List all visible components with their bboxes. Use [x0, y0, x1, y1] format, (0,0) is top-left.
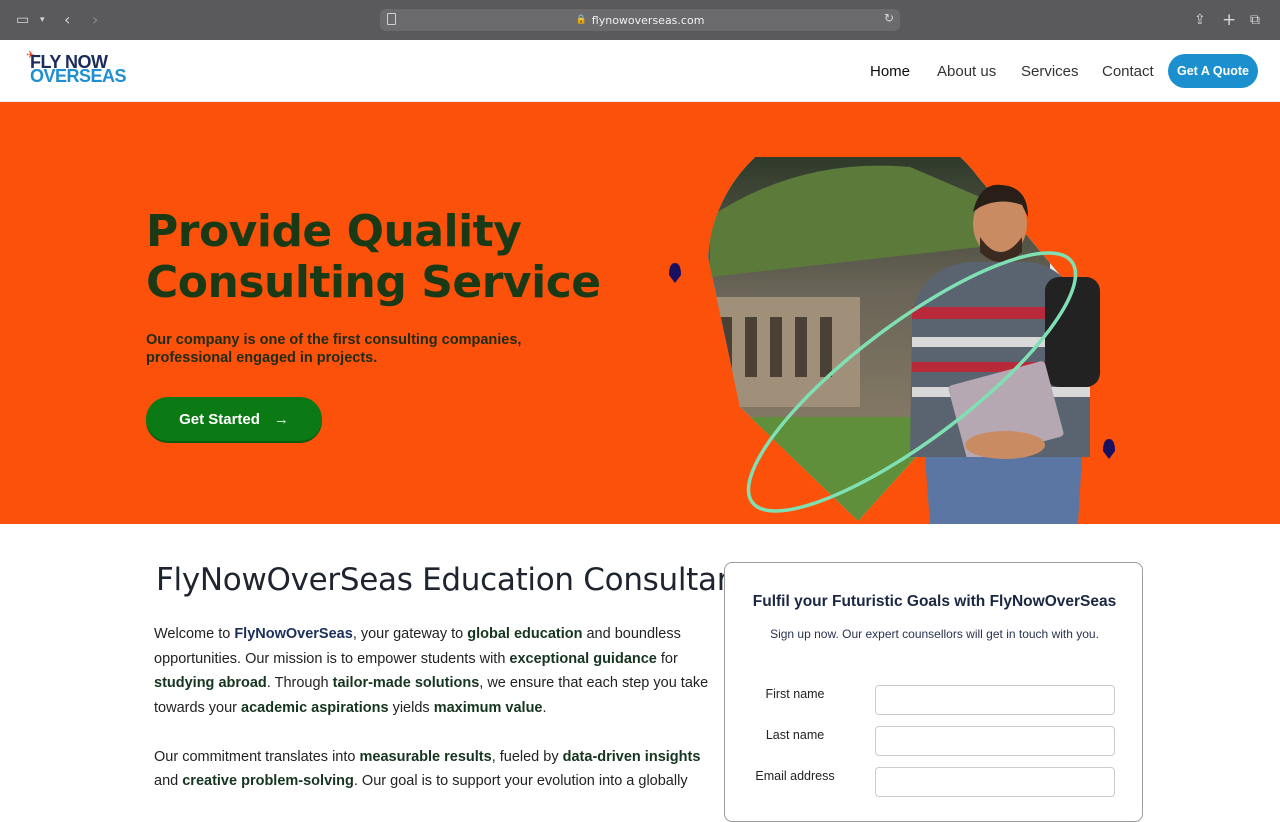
- new-tab-icon[interactable]: +: [1222, 10, 1236, 30]
- emphasis-text: exceptional guidance: [509, 650, 657, 667]
- nav-contact[interactable]: Contact: [1102, 63, 1154, 80]
- body-text: , your gateway to: [352, 626, 468, 642]
- signup-form: Fulfil your Futuristic Goals with FlyNow…: [724, 562, 1143, 822]
- emphasis-text: global education: [467, 626, 583, 642]
- emphasis-text: measurable results: [359, 748, 492, 765]
- hero-section: Provide Quality Consulting Service Our c…: [0, 102, 1280, 524]
- last-name-field[interactable]: [875, 726, 1115, 756]
- pin-right-icon: [1103, 439, 1115, 459]
- emphasis-text: FlyNowOverSeas: [234, 626, 353, 642]
- logo-line2: OVERSEAS: [30, 66, 127, 86]
- hero-illustration: [669, 157, 1115, 524]
- form-title: Fulfil your Futuristic Goals with FlyNow…: [752, 593, 1117, 610]
- last-name-label: Last name: [765, 728, 825, 742]
- tabs-overview-icon[interactable]: ⧉: [1250, 10, 1260, 30]
- get-a-quote-button[interactable]: Get A Quote: [1168, 54, 1258, 88]
- intro-title: FlyNowOverSeas Education Consultancy: [156, 562, 771, 598]
- browser-toolbar: ▭ ▾ ‹ › 🔒 flynowoverseas.com ↻ ⇪ + ⧉: [0, 0, 1280, 40]
- pin-left-icon: [669, 263, 681, 283]
- address-bar[interactable]: 🔒 flynowoverseas.com ↻: [380, 9, 900, 31]
- first-name-label: First name: [765, 687, 825, 701]
- site-header: [0, 40, 1280, 102]
- reload-icon[interactable]: ↻: [884, 11, 894, 25]
- share-icon[interactable]: ⇪: [1194, 10, 1206, 30]
- chevron-down-icon[interactable]: ▾: [40, 10, 45, 30]
- emphasis-text: data-driven insights: [562, 748, 701, 765]
- nav-home[interactable]: Home: [870, 63, 910, 80]
- emphasis-text: academic aspirations: [241, 699, 389, 716]
- nav-about-us[interactable]: About us: [937, 63, 996, 80]
- hero-subtitle: Our company is one of the first consulti…: [146, 332, 522, 366]
- body-text: .: [542, 699, 547, 716]
- get-started-label: Get Started: [179, 410, 260, 428]
- body-text: yields: [388, 699, 434, 716]
- body-text: Welcome to: [154, 626, 235, 642]
- url-text: flynowoverseas.com: [591, 13, 705, 27]
- intro-paragraph-2: Our commitment translates into measurabl…: [154, 745, 714, 794]
- hero-title: Provide Quality Consulting Service: [146, 206, 601, 308]
- intro-text: Welcome to FlyNowOverSeas, your gateway …: [154, 622, 714, 818]
- emphasis-text: tailor-made solutions: [332, 675, 480, 691]
- intro-paragraph-1: Welcome to FlyNowOverSeas, your gateway …: [154, 622, 714, 720]
- arrow-right-icon: →: [273, 410, 289, 428]
- forward-icon[interactable]: ›: [92, 10, 98, 30]
- email-row: Email address: [725, 767, 1144, 797]
- body-text: , fueled by: [491, 748, 563, 765]
- last-name-row: Last name: [725, 726, 1144, 756]
- logo[interactable]: ✈ FLY NOW OVERSEAS: [26, 50, 127, 88]
- body-text: Our commitment translates into: [154, 748, 360, 765]
- body-text: . Through: [266, 675, 333, 691]
- body-text: and: [154, 773, 183, 789]
- emphasis-text: maximum value: [433, 699, 543, 716]
- email-field[interactable]: [875, 767, 1115, 797]
- sidebar-toggle-icon[interactable]: ▭: [16, 10, 29, 30]
- page-icon: [387, 13, 396, 25]
- emphasis-text: studying abroad: [154, 675, 267, 691]
- nav-services[interactable]: Services: [1021, 63, 1079, 80]
- back-icon[interactable]: ‹: [64, 10, 70, 30]
- form-subtitle: Sign up now. Our expert counsellors will…: [770, 627, 1099, 641]
- emphasis-text: creative problem-solving: [182, 773, 354, 789]
- body-text: . Our goal is to support your evolution …: [353, 773, 688, 789]
- email-label: Email address: [755, 769, 835, 783]
- lock-icon: 🔒: [575, 15, 587, 25]
- first-name-row: First name: [725, 685, 1144, 715]
- body-text: for: [656, 650, 678, 667]
- first-name-field[interactable]: [875, 685, 1115, 715]
- get-started-button[interactable]: Get Started →: [146, 397, 322, 441]
